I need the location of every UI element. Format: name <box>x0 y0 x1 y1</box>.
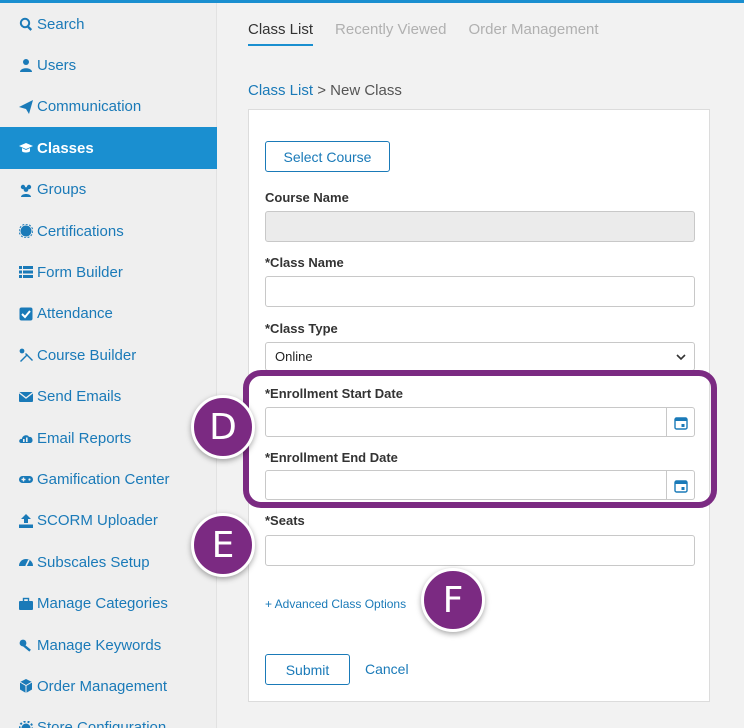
annotation-badge-f: F <box>421 568 485 632</box>
envelope-icon <box>18 389 33 404</box>
sidebar-item-label: Subscales Setup <box>37 553 150 571</box>
tab-recently-viewed[interactable]: Recently Viewed <box>335 21 446 46</box>
briefcase-icon <box>18 596 33 611</box>
sidebar-item-groups[interactable]: Groups <box>0 169 217 211</box>
class-type-select[interactable]: Online <box>265 342 695 371</box>
breadcrumb-separator: > <box>313 82 331 99</box>
chart-cloud-icon <box>18 431 33 446</box>
sidebar-item-search[interactable]: Search <box>0 3 217 45</box>
sidebar-item-label: Certifications <box>37 222 124 240</box>
sidebar: Search Users Communication Classes Groups Cer… <box>0 3 217 728</box>
sidebar-item-label: Email Reports <box>37 429 132 447</box>
sidebar-item-label: Search <box>37 15 85 33</box>
course-name-field <box>265 211 695 242</box>
cancel-link[interactable]: Cancel <box>365 661 409 677</box>
sidebar-item-scorm-uploader[interactable]: SCORM Uploader <box>0 500 217 542</box>
tab-order-management[interactable]: Order Management <box>468 21 598 46</box>
sidebar-item-label: Course Builder <box>37 346 137 364</box>
class-type-value: Online <box>275 349 313 364</box>
class-type-label: *Class Type <box>265 321 338 336</box>
gauge-icon <box>18 555 33 570</box>
gear-icon <box>18 720 33 728</box>
sidebar-item-label: Gamification Center <box>37 470 170 488</box>
sidebar-item-store-configuration[interactable]: Store Configuration <box>0 707 217 728</box>
sidebar-item-certifications[interactable]: Certifications <box>0 210 217 252</box>
chevron-down-icon <box>676 354 686 361</box>
sidebar-item-gamification-center[interactable]: Gamification Center <box>0 458 217 500</box>
sidebar-item-label: Attendance <box>37 305 113 323</box>
list-icon <box>18 265 33 280</box>
certificate-icon <box>18 224 33 239</box>
select-course-button[interactable]: Select Course <box>265 141 390 172</box>
breadcrumb-current: New Class <box>330 82 402 99</box>
tab-bar: Class List Recently Viewed Order Managem… <box>248 21 621 46</box>
sidebar-item-label: Manage Categories <box>37 595 168 613</box>
seats-input[interactable] <box>265 535 695 566</box>
sidebar-item-email-reports[interactable]: Email Reports <box>0 417 217 459</box>
annotation-badge-e: E <box>191 513 255 577</box>
paper-plane-icon <box>18 99 33 114</box>
sidebar-item-course-builder[interactable]: Course Builder <box>0 334 217 376</box>
user-icon <box>18 58 33 73</box>
tab-class-list[interactable]: Class List <box>248 21 314 46</box>
enrollment-dates-highlight <box>243 370 717 508</box>
course-name-label: Course Name <box>265 190 349 205</box>
upload-icon <box>18 513 33 528</box>
search-icon <box>18 17 33 32</box>
sidebar-item-manage-categories[interactable]: Manage Categories <box>0 583 217 625</box>
sidebar-item-order-management[interactable]: Order Management <box>0 665 217 707</box>
sidebar-item-label: Order Management <box>37 677 168 695</box>
sidebar-item-label: SCORM Uploader <box>37 512 158 530</box>
class-name-input[interactable] <box>265 276 695 307</box>
submit-button[interactable]: Submit <box>265 654 350 685</box>
sidebar-item-label: Communication <box>37 98 142 116</box>
class-name-label: *Class Name <box>265 255 344 270</box>
sidebar-item-label: Send Emails <box>37 388 122 406</box>
sidebar-item-attendance[interactable]: Attendance <box>0 293 217 335</box>
breadcrumb: Class List > New Class <box>248 82 402 99</box>
breadcrumb-class-list-link[interactable]: Class List <box>248 82 313 99</box>
sidebar-item-label: Form Builder <box>37 263 123 281</box>
sidebar-item-label: Manage Keywords <box>37 636 162 654</box>
sidebar-item-label: Classes <box>37 139 94 157</box>
sidebar-item-send-emails[interactable]: Send Emails <box>0 376 217 418</box>
sidebar-item-label: Users <box>37 56 77 74</box>
gamepad-icon <box>18 472 33 487</box>
seats-label: *Seats <box>265 513 305 528</box>
cube-icon <box>18 679 33 694</box>
key-icon <box>18 638 33 653</box>
sidebar-item-label: Store Configuration <box>37 719 167 728</box>
sidebar-item-classes[interactable]: Classes <box>0 127 217 170</box>
sidebar-item-manage-keywords[interactable]: Manage Keywords <box>0 624 217 666</box>
graduation-cap-icon <box>18 141 33 156</box>
annotation-badge-d: D <box>191 395 255 459</box>
tools-icon <box>18 348 33 363</box>
main-content: Class List Recently Viewed Order Managem… <box>218 3 744 728</box>
sidebar-item-label: Groups <box>37 181 87 199</box>
advanced-class-options-link[interactable]: + Advanced Class Options <box>265 597 406 611</box>
check-square-icon <box>18 306 33 321</box>
sidebar-item-users[interactable]: Users <box>0 44 217 86</box>
sidebar-item-subscales-setup[interactable]: Subscales Setup <box>0 541 217 583</box>
sidebar-item-communication[interactable]: Communication <box>0 86 217 128</box>
sidebar-item-form-builder[interactable]: Form Builder <box>0 251 217 293</box>
users-icon <box>18 182 33 197</box>
